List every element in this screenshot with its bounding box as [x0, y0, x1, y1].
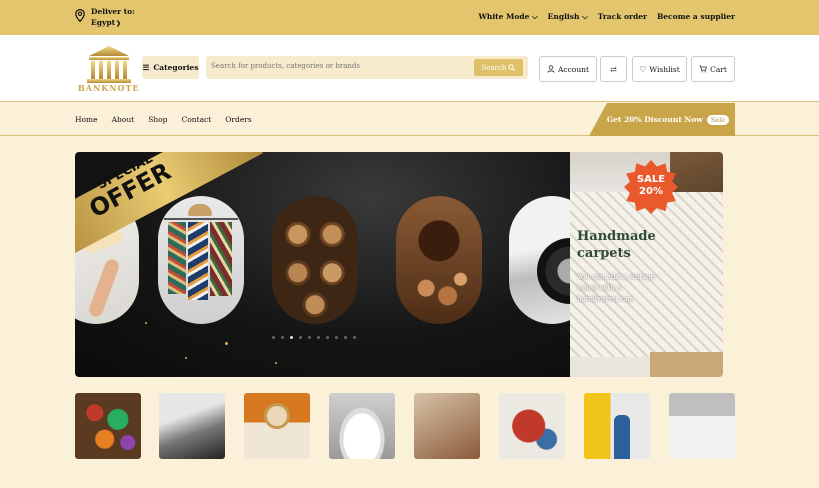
- wishlist-button[interactable]: ♡ Wishlist: [632, 56, 687, 82]
- become-supplier-link[interactable]: Become a supplier: [657, 12, 735, 22]
- top-bar: Deliver to: Egypt❯ White Mode ⌵ English …: [0, 0, 819, 35]
- slider-dot[interactable]: [317, 336, 320, 339]
- main-header: BANKNOTE ☰ Categories Search Account ⇄ ♡…: [0, 35, 819, 102]
- carpets-subtitle: You can add a vintage touch with a handw…: [577, 273, 655, 303]
- category-thumb-tableware[interactable]: [329, 393, 395, 459]
- deliver-country: Egypt: [91, 18, 116, 27]
- nav-orders[interactable]: Orders: [225, 115, 251, 124]
- sale-badge-line2: 20%: [639, 186, 663, 197]
- chevron-down-icon: ⌵: [531, 12, 538, 21]
- theme-toggle[interactable]: White Mode ⌵: [478, 12, 537, 22]
- user-icon: [547, 65, 555, 73]
- account-label: Account: [557, 64, 589, 74]
- account-button[interactable]: Account: [539, 56, 597, 82]
- sale-badge-line1: SALE: [636, 174, 666, 185]
- nav-contact[interactable]: Contact: [181, 115, 211, 124]
- slider-dot[interactable]: [344, 336, 347, 339]
- search-icon: [508, 64, 516, 71]
- wishlist-label: Wishlist: [649, 64, 680, 74]
- categories-label: Categories: [153, 63, 199, 72]
- slider-dot[interactable]: [335, 336, 338, 339]
- category-thumb-fashion[interactable]: [499, 393, 565, 459]
- heart-icon: ♡: [639, 64, 647, 74]
- search-input[interactable]: [211, 62, 461, 70]
- slider-dot[interactable]: [299, 336, 302, 339]
- slide-image-car-tire: [509, 196, 570, 324]
- sale-badge: Sale: [706, 114, 729, 125]
- chevron-down-icon: ⌵: [582, 12, 588, 21]
- search-button[interactable]: Search: [474, 59, 523, 76]
- chevron-down-icon: ❯: [116, 20, 122, 27]
- hero-slider[interactable]: SPECIAL OFFER: [75, 152, 570, 377]
- track-order-link[interactable]: Track order: [598, 12, 647, 22]
- deliver-to-selector[interactable]: Deliver to: Egypt❯: [75, 6, 135, 29]
- carpets-title-line2: carpets: [577, 246, 631, 261]
- main-nav: Home About Shop Contact Orders Get 20% D…: [0, 103, 819, 136]
- logo-text: BANKNOTE: [78, 83, 140, 93]
- nav-about[interactable]: About: [112, 115, 135, 124]
- slide-image-tea-spices: [396, 196, 482, 324]
- location-pin-icon: [75, 9, 85, 22]
- category-thumb-car-parts[interactable]: [159, 393, 225, 459]
- language-label: English: [547, 12, 580, 21]
- slide-image-clothes-rack: [158, 196, 244, 324]
- slider-dot[interactable]: [308, 336, 311, 339]
- theme-label: White Mode: [478, 12, 530, 21]
- search-bar: Search: [206, 56, 528, 79]
- cart-button[interactable]: Cart: [691, 56, 735, 82]
- slide-image-firewood: [272, 196, 358, 324]
- promo-text: Get 20% Discount Now: [606, 115, 703, 124]
- deliver-label: Deliver to:: [91, 7, 135, 16]
- carpets-title-line1: Handmade: [577, 229, 656, 244]
- sale-badge-text: SALE 20%: [624, 174, 678, 198]
- category-thumb-painting[interactable]: [584, 393, 650, 459]
- slider-dot[interactable]: [281, 336, 284, 339]
- compare-arrows-icon: ⇄: [610, 64, 617, 74]
- category-thumb-groceries[interactable]: [75, 393, 141, 459]
- nav-shop[interactable]: Shop: [148, 115, 167, 124]
- category-thumb-home-decor[interactable]: [244, 393, 310, 459]
- cart-label: Cart: [710, 64, 727, 74]
- slider-dot[interactable]: [326, 336, 329, 339]
- carpets-title: Handmade carpets: [577, 228, 656, 262]
- categories-button[interactable]: ☰ Categories: [142, 56, 199, 79]
- handmade-carpets-banner[interactable]: SALE 20% Handmade carpets You can add a …: [570, 152, 723, 377]
- cart-icon: [699, 65, 708, 73]
- slider-dot[interactable]: [353, 336, 356, 339]
- menu-icon: ☰: [142, 63, 150, 72]
- nav-home[interactable]: Home: [75, 115, 98, 124]
- compare-button[interactable]: ⇄: [600, 56, 627, 82]
- slider-dots: [272, 336, 356, 339]
- category-thumb-kitchen[interactable]: [414, 393, 480, 459]
- slider-dot[interactable]: [290, 336, 293, 339]
- category-thumb-mattress[interactable]: [669, 393, 735, 459]
- search-button-label: Search: [481, 63, 507, 72]
- discount-promo-banner[interactable]: Get 20% Discount Now Sale: [589, 103, 735, 136]
- language-selector[interactable]: English ⌵: [548, 12, 588, 22]
- slider-dot[interactable]: [272, 336, 275, 339]
